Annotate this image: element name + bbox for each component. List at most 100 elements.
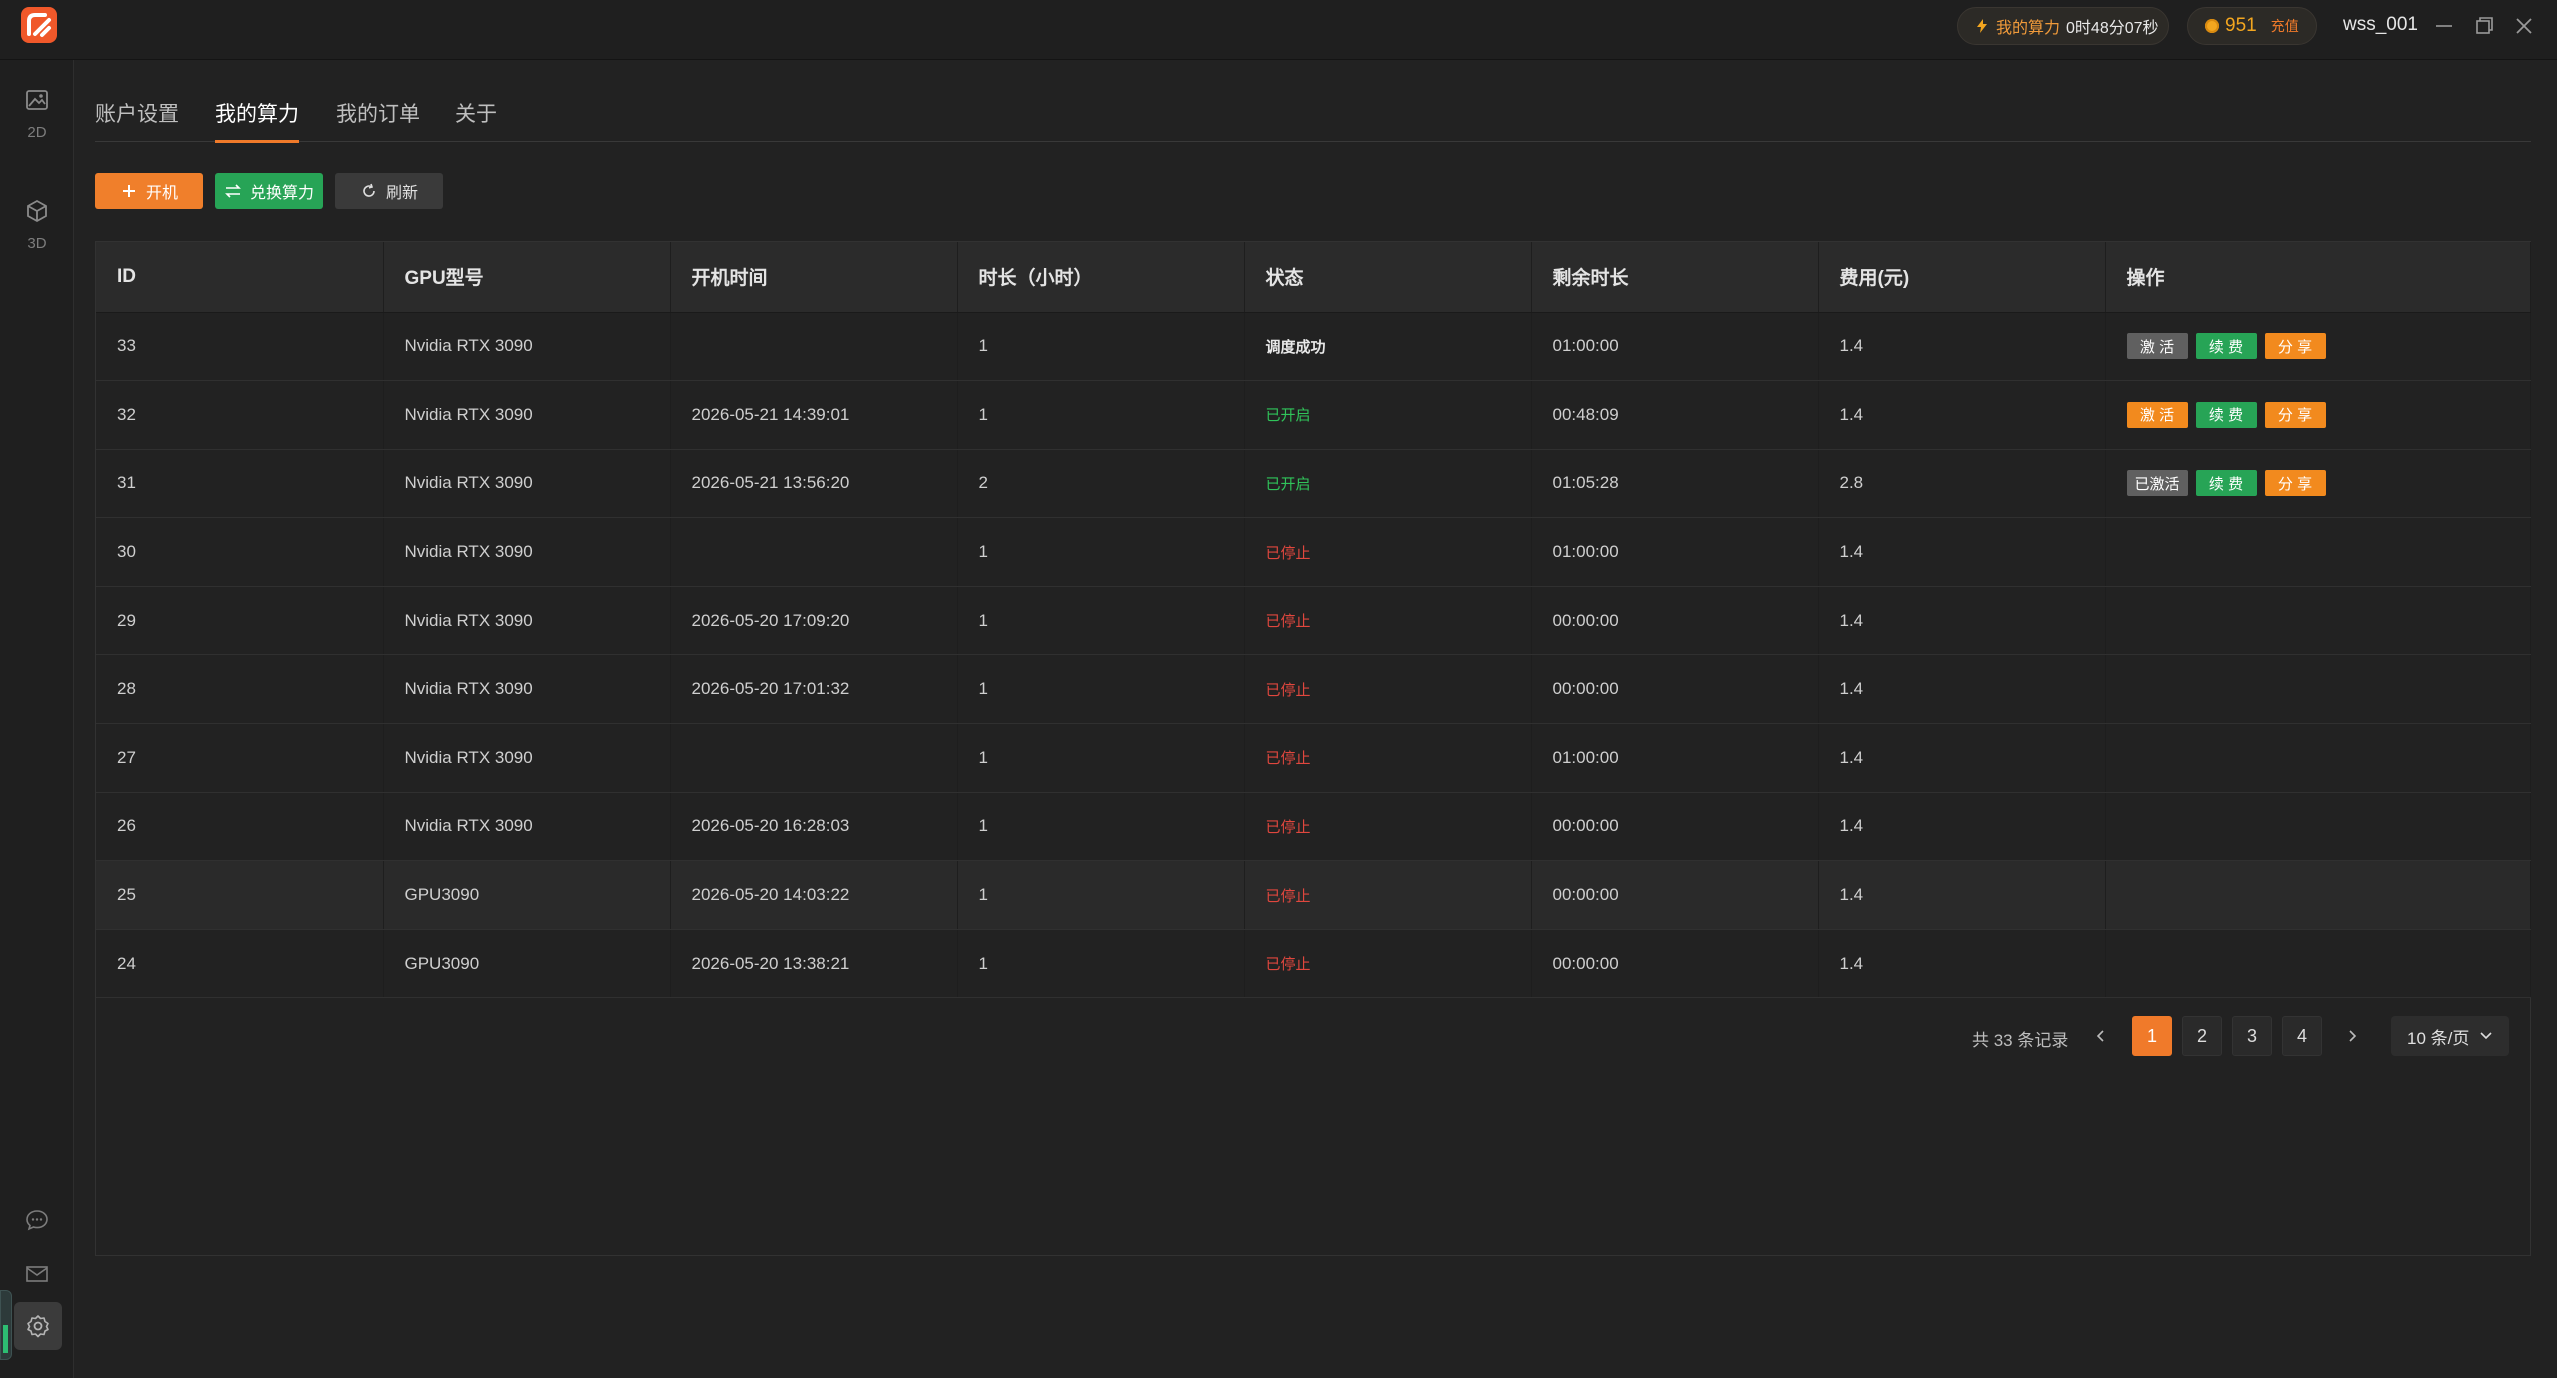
title-bar: 我的算力 0时48分07秒 951 充值 wss_001	[0, 0, 2557, 60]
cell-hours: 1	[957, 380, 1245, 450]
image-icon	[26, 90, 48, 110]
page-button-4[interactable]: 4	[2282, 1016, 2322, 1056]
renew-button[interactable]: 续 费	[2195, 333, 2257, 360]
cell-actions: 激 活续 费分 享	[2105, 312, 2531, 382]
status-badge: 调度成功	[1265, 338, 1326, 356]
tab-my-computing-power[interactable]: 我的算力	[215, 98, 299, 143]
cell-gpu: Nvidia RTX 3090	[383, 654, 671, 725]
cell-gpu: Nvidia RTX 3090	[383, 723, 671, 793]
cell-actions	[2105, 654, 2531, 725]
coin-balance[interactable]: 951 充值	[2187, 7, 2317, 45]
cell-hours: 1	[957, 860, 1245, 930]
refresh-button[interactable]: 刷新	[335, 173, 443, 209]
status-badge: 已停止	[1265, 887, 1311, 905]
cell-fee: 1.4	[1818, 860, 2106, 930]
swap-icon	[225, 184, 241, 198]
cell-fee: 1.4	[1818, 586, 2106, 656]
username[interactable]: wss_001	[2343, 14, 2418, 36]
status-badge: 已停止	[1265, 613, 1311, 631]
cell-actions	[2105, 860, 2531, 930]
activate-button[interactable]: 已激活	[2126, 470, 2188, 497]
share-button[interactable]: 分 享	[2264, 470, 2326, 497]
restore-icon[interactable]	[2470, 12, 2498, 40]
app-logo-icon	[21, 7, 57, 43]
minimize-icon[interactable]	[2430, 12, 2458, 40]
power-label: 我的算力	[1996, 20, 2061, 37]
chevron-down-icon	[2480, 1032, 2492, 1040]
power-time: 0时48分07秒	[2066, 20, 2159, 37]
cell-remaining: 01:00:00	[1531, 517, 1819, 587]
tab-my-orders[interactable]: 我的订单	[336, 98, 420, 142]
next-page-icon[interactable]	[2337, 1016, 2367, 1056]
cell-actions	[2105, 792, 2531, 862]
exchange-power-button[interactable]: 兑换算力	[215, 173, 323, 209]
table-row: 25 GPU3090 2026-05-20 14:03:22 1 已停止 00:00:00…	[96, 860, 2531, 930]
start-machine-button[interactable]: 开机	[95, 173, 203, 209]
close-icon[interactable]	[2510, 12, 2538, 40]
sidebar-item-label: 3D	[27, 235, 47, 252]
coin-icon	[2205, 19, 2219, 33]
refresh-icon	[363, 183, 375, 197]
cell-hours: 1	[957, 517, 1245, 587]
table-row: 31 Nvidia RTX 3090 2026-05-21 13:56:20 2 已开启…	[96, 449, 2531, 519]
share-button[interactable]: 分 享	[2264, 401, 2326, 428]
share-button[interactable]: 分 享	[2264, 333, 2326, 360]
plus-icon	[122, 185, 135, 197]
column-header-remaining: 剩余时长	[1531, 242, 1819, 313]
status-badge: 已停止	[1265, 750, 1311, 768]
cell-remaining: 00:00:00	[1531, 929, 1819, 999]
cell-id: 26	[96, 792, 384, 862]
cell-start-time: 2026-05-20 16:28:03	[670, 792, 958, 862]
status-badge: 已停止	[1265, 818, 1311, 836]
activate-button[interactable]: 激 活	[2126, 333, 2188, 360]
cell-id: 30	[96, 517, 384, 587]
cell-status: 已停止	[1244, 586, 1532, 656]
column-header-fee: 费用(元)	[1818, 242, 2106, 313]
cell-actions: 激 活续 费分 享	[2105, 380, 2531, 450]
cell-start-time: 2026-05-20 17:01:32	[670, 654, 958, 725]
page-button-3[interactable]: 3	[2232, 1016, 2272, 1056]
table-row: 27 Nvidia RTX 3090 1 已停止 01:00:00 1.4	[96, 723, 2531, 793]
cell-actions: 已激活续 费分 享	[2105, 449, 2531, 519]
cell-fee: 1.4	[1818, 723, 2106, 793]
column-header-id: ID	[96, 242, 384, 313]
renew-button[interactable]: 续 费	[2195, 470, 2257, 497]
cell-id: 24	[96, 929, 384, 999]
cell-id: 32	[96, 380, 384, 450]
lightning-icon	[1977, 19, 1987, 33]
cell-id: 25	[96, 860, 384, 930]
prev-page-icon[interactable]	[2086, 1016, 2116, 1056]
cell-fee: 1.4	[1818, 312, 2106, 382]
refresh-label: 刷新	[385, 185, 418, 202]
recharge-link[interactable]: 充值	[2271, 16, 2299, 36]
renew-button[interactable]: 续 费	[2195, 401, 2257, 428]
table-row: 28 Nvidia RTX 3090 2026-05-20 17:01:32 1 已停止…	[96, 654, 2531, 725]
cube-icon	[27, 199, 47, 223]
cell-fee: 1.4	[1818, 654, 2106, 725]
page-button-2[interactable]: 2	[2182, 1016, 2222, 1056]
sidebar-item-3d[interactable]: 3D	[0, 197, 74, 252]
power-status[interactable]: 我的算力 0时48分07秒	[1957, 7, 2169, 45]
mail-icon[interactable]	[23, 1260, 51, 1288]
chat-icon[interactable]	[23, 1206, 51, 1234]
tab-account-settings[interactable]: 账户设置	[95, 98, 179, 142]
sidebar-item-2d[interactable]: 2D	[0, 86, 74, 141]
tab-about[interactable]: 关于	[455, 98, 497, 142]
cell-start-time: 2026-05-21 14:39:01	[670, 380, 958, 450]
status-badge: 已开启	[1265, 475, 1311, 493]
cell-status: 调度成功	[1244, 312, 1532, 382]
table-row: 29 Nvidia RTX 3090 2026-05-20 17:09:20 1 已停止…	[96, 586, 2531, 656]
page-size-value: 10 条/页	[2407, 1028, 2470, 1048]
cell-gpu: Nvidia RTX 3090	[383, 517, 671, 587]
cell-actions	[2105, 723, 2531, 793]
page-button-1[interactable]: 1	[2132, 1016, 2172, 1056]
settings-button[interactable]	[14, 1302, 62, 1350]
activate-button[interactable]: 激 活	[2126, 401, 2188, 428]
cell-id: 31	[96, 449, 384, 519]
column-header-status: 状态	[1244, 242, 1532, 313]
cell-status: 已停止	[1244, 723, 1532, 793]
cell-gpu: Nvidia RTX 3090	[383, 792, 671, 862]
cell-actions	[2105, 929, 2531, 999]
sidebar: 2D 3D	[0, 60, 74, 1378]
page-size-select[interactable]: 10 条/页	[2391, 1016, 2509, 1056]
